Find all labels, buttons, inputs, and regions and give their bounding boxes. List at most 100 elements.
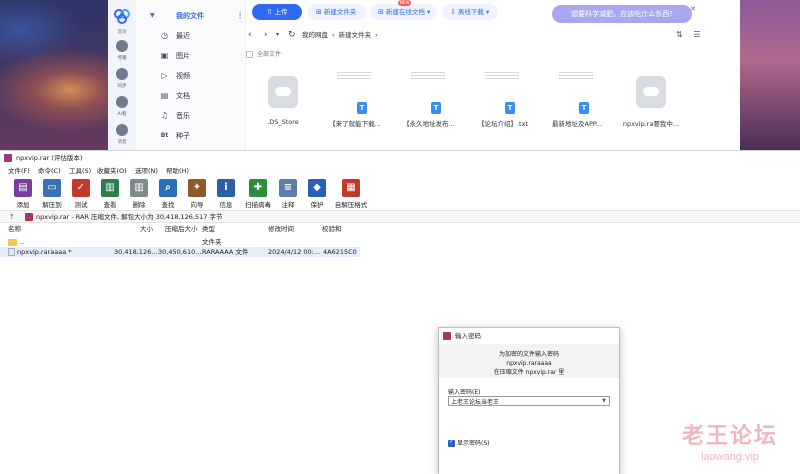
path-bar: ↑ npxvip.rar - RAR 压缩文件, 解包大小为 30,418,12…: [0, 211, 800, 223]
netdisk-nav-bar: ‹ › ▾ ↻ 我的网盘 › 新建文件夹 › ⇅ ☰: [246, 28, 740, 42]
cloud-file-icon: [268, 76, 298, 108]
folder-icon: [8, 239, 17, 246]
menu-file[interactable]: 文件(F): [8, 165, 30, 177]
menu-tools[interactable]: 工具(S): [69, 165, 91, 177]
winrar-titlebar[interactable]: npxvip.rar (评估版本): [0, 151, 800, 165]
refresh-icon[interactable]: ↻: [288, 28, 296, 42]
tree-item-my-files[interactable]: ▼ 我的文件 ⋮: [136, 7, 246, 25]
file-tile[interactable]: T 【来了就能下载...: [320, 68, 390, 140]
menu-commands[interactable]: 命令(C): [38, 165, 61, 177]
wizard-icon: ✦: [188, 179, 206, 197]
ai-prompt-bubble[interactable]: 想要科学减肥，应该吃什么东西?: [552, 5, 692, 23]
toolbar-label: 保护: [310, 201, 324, 209]
tree-item-recent[interactable]: ◷ 最近: [136, 27, 246, 45]
new-online-label: 新建在线文档: [385, 8, 425, 16]
show-password-toggle[interactable]: 显示密码(S): [448, 438, 490, 448]
list-view-icon[interactable]: ☰: [693, 30, 700, 39]
up-arrow-icon[interactable]: ↑: [9, 211, 15, 223]
transfer-icon: [116, 40, 128, 52]
cell-name: ..: [20, 238, 25, 246]
clock-icon: ◷: [161, 31, 168, 40]
show-password-label: 显示密码(S): [457, 440, 490, 447]
scan-virus-button[interactable]: ✚ 扫描病毒: [245, 179, 271, 209]
select-all-label: 全部文件: [257, 51, 282, 58]
rail-label: 传输: [117, 55, 127, 61]
dialog-title: 输入密码: [455, 332, 481, 340]
info-button[interactable]: i 信息: [213, 179, 239, 209]
tree-item-videos[interactable]: ▷ 视频: [136, 67, 246, 85]
cell-type: 文件夹: [202, 238, 222, 246]
archive-icon: [25, 213, 33, 221]
column-modified[interactable]: 修改时间: [268, 225, 294, 234]
add-icon: ▤: [14, 179, 32, 197]
ai-icon: [116, 96, 128, 108]
more-icon[interactable]: ⋮: [236, 7, 244, 25]
file-tile[interactable]: T 【永久地址发布...: [394, 68, 464, 140]
info-filename: npxvip.raraaaa: [506, 360, 552, 367]
chevron-down-icon[interactable]: ▼: [602, 397, 606, 405]
select-all-checkbox[interactable]: [246, 51, 253, 58]
cell-modified: 2024/4/12 00:...: [268, 248, 321, 256]
rail-item-message[interactable]: 消息: [108, 124, 136, 145]
watermark-en: laowang.vip: [700, 451, 760, 463]
rail-item-transfer[interactable]: 传输: [108, 40, 136, 61]
sfx-button[interactable]: ▦ 自解压格式: [335, 179, 367, 209]
sort-icon[interactable]: ⇅: [676, 30, 683, 39]
upload-button[interactable]: ⇧ 上传: [252, 4, 302, 20]
file-name: 最新地址及APP...: [552, 120, 602, 128]
select-all[interactable]: 全部文件: [246, 49, 281, 61]
protect-button[interactable]: ◆ 保护: [304, 179, 330, 209]
column-type[interactable]: 类型: [202, 225, 215, 234]
file-name: .DS_Store: [267, 118, 299, 126]
file-tile[interactable]: .DS_Store: [248, 68, 318, 140]
password-label: 输入密码(E): [448, 389, 481, 396]
history-dropdown-icon[interactable]: ▾: [276, 28, 279, 42]
message-icon: [116, 124, 128, 136]
tree-item-music[interactable]: ♫ 音乐: [136, 107, 246, 125]
table-row[interactable]: .. 文件夹: [0, 237, 360, 247]
file-tile[interactable]: T 最新地址及APP...: [542, 68, 612, 140]
offline-download-label: 离线下载: [457, 8, 484, 16]
table-row[interactable]: npxvip.raraaaa * 30,418,126... 30,450,61…: [0, 247, 360, 257]
tree-item-images[interactable]: ▣ 图片: [136, 47, 246, 65]
view-icon: ▥: [101, 179, 119, 197]
rail-item-ai[interactable]: AI看: [108, 96, 136, 117]
cloud-file-icon: [636, 76, 666, 108]
password-input[interactable]: [448, 396, 610, 406]
dialog-titlebar[interactable]: 输入密码: [439, 328, 619, 344]
tree-item-torrents[interactable]: Bt 种子: [136, 127, 246, 145]
column-size[interactable]: 大小: [140, 225, 153, 234]
column-packed[interactable]: 压缩后大小: [165, 225, 198, 234]
file-name: 【来了就能下载...: [329, 120, 381, 128]
new-online-doc-button[interactable]: ⊞ 新建在线文档 ▾: [370, 4, 436, 20]
offline-download-button[interactable]: ⇩ 离线下载 ▾: [442, 4, 498, 20]
netdisk-nav-rail: 首页 传输 同步 AI看 消息: [108, 0, 136, 150]
menu-help[interactable]: 帮助(H): [166, 165, 189, 177]
new-folder-icon: ⊞: [316, 8, 322, 16]
winrar-toolbar: ▤ 添加 ▭ 解压到 ✓ 测试 ▥ 查看 ▥ 删除 ⌕ 查找 ✦ 向导 i 信息: [0, 177, 800, 211]
rail-label: 首页: [117, 29, 127, 35]
column-crc[interactable]: 校验和: [322, 225, 342, 234]
text-file-icon: T: [485, 72, 519, 114]
close-icon[interactable]: ✕: [688, 4, 698, 14]
cell-type: RARAAAA 文件: [202, 248, 249, 256]
back-icon[interactable]: ‹: [248, 28, 252, 42]
menu-favorites[interactable]: 收藏夹(O): [97, 165, 127, 177]
chevron-down-icon: ▾: [426, 8, 431, 16]
file-tile[interactable]: T 【论坛介绍】.txt: [468, 68, 538, 140]
rail-item-sync[interactable]: 同步: [108, 68, 136, 89]
file-tile[interactable]: npxvip.ra要我中...: [616, 68, 686, 140]
info-archive: 在压缩文件 npxvip.rar 里: [493, 369, 565, 376]
show-password-checkbox[interactable]: [448, 438, 455, 447]
menu-options[interactable]: 选项(N): [135, 165, 158, 177]
tree-item-documents[interactable]: ▤ 文档: [136, 87, 246, 105]
delete-icon: ▥: [130, 179, 148, 197]
forward-icon[interactable]: ›: [264, 28, 268, 42]
column-name[interactable]: 名称: [8, 225, 21, 234]
breadcrumb-current[interactable]: 新建文件夹: [339, 31, 372, 39]
rail-label: AI看: [117, 111, 127, 117]
rail-item-home[interactable]: 首页: [108, 26, 136, 35]
breadcrumb-root[interactable]: 我的网盘: [302, 31, 328, 39]
torrent-icon: Bt: [160, 132, 169, 139]
new-folder-button[interactable]: ⊞ 新建文件夹: [308, 4, 366, 20]
